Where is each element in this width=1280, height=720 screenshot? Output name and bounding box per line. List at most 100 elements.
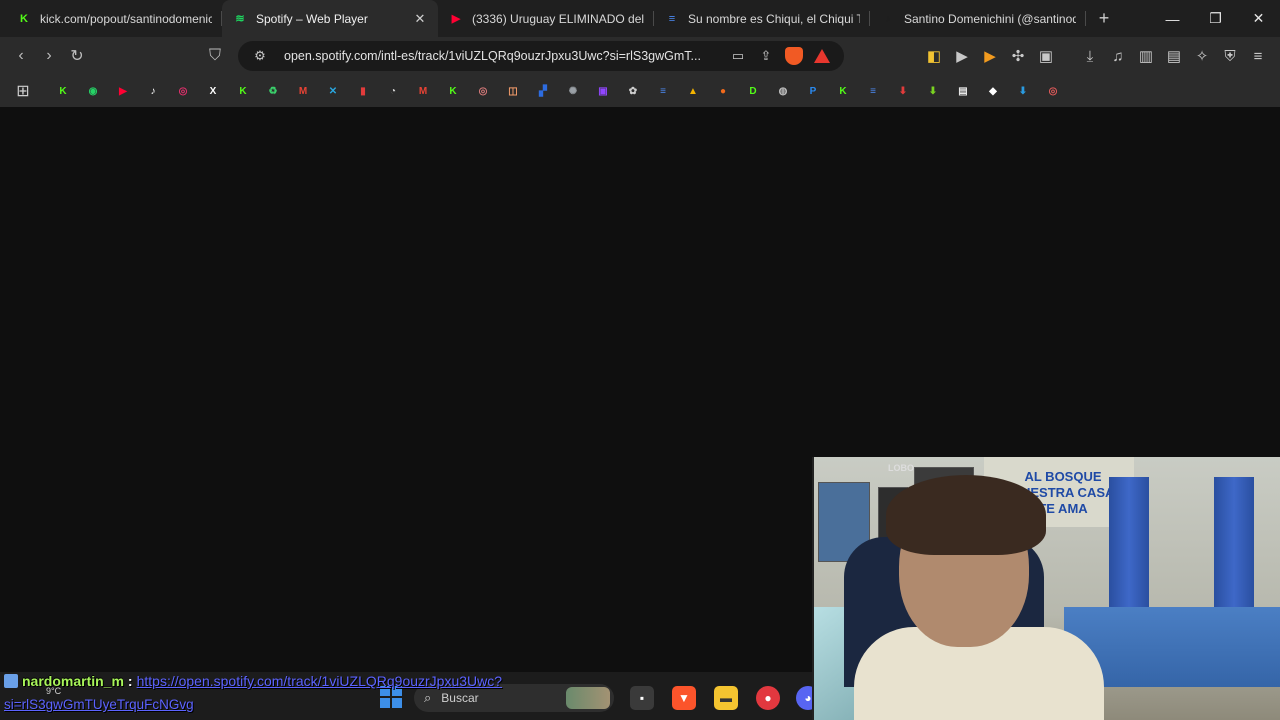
bookmark-item[interactable]: ✕ bbox=[318, 77, 348, 105]
wallet-icon[interactable]: ▤ bbox=[1160, 42, 1188, 70]
tiktok-icon: ♪ bbox=[150, 85, 156, 97]
brave-shields-icon[interactable] bbox=[780, 42, 808, 70]
app-icon: ✕ bbox=[328, 85, 338, 97]
bookmark-item[interactable]: ✺ bbox=[558, 77, 588, 105]
kick-icon: K bbox=[20, 12, 28, 25]
poster-label: LOBO bbox=[888, 463, 914, 473]
bookmark-item[interactable]: X bbox=[198, 77, 228, 105]
ball-icon: ● bbox=[719, 85, 727, 97]
bookmark-item[interactable]: ♪ bbox=[138, 77, 168, 105]
url-text[interactable]: open.spotify.com/intl-es/track/1viUZLQRq… bbox=[284, 49, 724, 63]
apps-grid-icon[interactable]: ⊞ bbox=[8, 77, 38, 105]
bookmark-item[interactable]: ▲ bbox=[678, 77, 708, 105]
bookmark-item[interactable]: ⬇ bbox=[888, 77, 918, 105]
file-explorer-icon[interactable]: ▬ bbox=[714, 686, 738, 710]
bookmark-item[interactable]: ♻ bbox=[258, 77, 288, 105]
docs-icon: ≡ bbox=[668, 12, 676, 25]
bookmark-item[interactable]: P bbox=[798, 77, 828, 105]
extension-orange-icon[interactable]: ▶ bbox=[976, 42, 1004, 70]
chat-separator: : bbox=[127, 673, 133, 689]
cast-icon[interactable]: ▭ bbox=[724, 42, 752, 70]
restore-icon[interactable]: ❐ bbox=[1194, 0, 1237, 37]
bookmark-item[interactable]: ◎ bbox=[1038, 77, 1068, 105]
bookmark-item[interactable]: ⬇ bbox=[918, 77, 948, 105]
bookmark-item[interactable]: ≡ bbox=[858, 77, 888, 105]
bookmark-item[interactable]: ● bbox=[708, 77, 738, 105]
task-view-icon[interactable]: ▪ bbox=[630, 686, 654, 710]
whatsapp-icon: ◉ bbox=[88, 85, 98, 97]
menu-icon[interactable]: ≡ bbox=[1244, 42, 1272, 70]
new-tab-button[interactable]: + bbox=[1086, 0, 1122, 37]
extensions-icon[interactable]: ✣ bbox=[1004, 42, 1032, 70]
bookmark-item[interactable]: K bbox=[828, 77, 858, 105]
curtain bbox=[1214, 477, 1254, 627]
bookmark-item[interactable]: ◔ bbox=[378, 77, 408, 105]
chat-link-part1[interactable]: https://open.spotify.com/track/1viUZLQRq… bbox=[137, 673, 502, 689]
close-tab-icon[interactable]: ✕ bbox=[412, 11, 428, 27]
person-hair bbox=[886, 475, 1046, 555]
forward-icon[interactable]: › bbox=[35, 42, 63, 70]
share-icon[interactable]: ⇪ bbox=[752, 42, 780, 70]
app-taskbar-icon[interactable]: ● bbox=[756, 686, 780, 710]
d-icon: D bbox=[749, 85, 757, 97]
chat-link-part2[interactable]: si=rlS3gwGmTUyeTrquFcNGvg bbox=[4, 697, 194, 712]
spotify-icon: ≋ bbox=[235, 13, 245, 25]
bookmark-item[interactable]: ▞ bbox=[528, 77, 558, 105]
tab-strip: Kkick.com/popout/santinodomenic ≋ Spotify … bbox=[0, 0, 1280, 37]
bookmark-icon[interactable]: ⛉ bbox=[201, 42, 229, 70]
sidebar-icon[interactable]: ▥ bbox=[1132, 42, 1160, 70]
target-icon: ◎ bbox=[478, 85, 488, 97]
gmail-icon: M bbox=[418, 85, 428, 97]
download-icon[interactable]: ⤓ bbox=[1076, 42, 1104, 70]
search-icon: ⌕ bbox=[424, 690, 432, 705]
bookmark-item[interactable]: ▮ bbox=[348, 77, 378, 105]
leo-ai-icon[interactable]: ✧ bbox=[1188, 42, 1216, 70]
windows-start-icon[interactable] bbox=[380, 686, 402, 708]
bookmark-item[interactable]: M bbox=[288, 77, 318, 105]
bookmark-item[interactable]: ◆ bbox=[978, 77, 1008, 105]
bookmark-item[interactable]: K bbox=[438, 77, 468, 105]
brave-taskbar-icon[interactable]: ▼ bbox=[672, 686, 696, 710]
extension-yellow-icon[interactable]: ◧ bbox=[920, 42, 948, 70]
webcam-overlay: LOBO AL BOSQUE NUESTRA CASA TE AMA bbox=[812, 457, 1280, 720]
site-settings-icon[interactable]: ⚙ bbox=[246, 42, 274, 70]
bookmark-item[interactable]: K bbox=[228, 77, 258, 105]
extension-play-icon[interactable]: ▶ bbox=[948, 42, 976, 70]
bookmark-item[interactable]: D bbox=[738, 77, 768, 105]
vpn-icon[interactable]: ⛨ bbox=[1216, 42, 1244, 70]
tab-2[interactable]: ▶ (3336) Uruguay ELIMINADO del M bbox=[438, 0, 654, 37]
curtain bbox=[1109, 477, 1149, 627]
tab-0[interactable]: Kkick.com/popout/santinodomenic bbox=[6, 0, 222, 37]
tab-4[interactable]: ♪ Santino Domenichini (@santinodo bbox=[870, 0, 1086, 37]
address-bar[interactable]: ⚙ open.spotify.com/intl-es/track/1viUZLQ… bbox=[238, 41, 844, 71]
close-window-icon[interactable]: ✕ bbox=[1237, 0, 1280, 37]
tab-3[interactable]: ≡ Su nombre es Chiqui, el Chiqui Ta bbox=[654, 0, 870, 37]
media-icon[interactable]: ♫ bbox=[1104, 42, 1132, 70]
globe-icon: ◍ bbox=[778, 85, 788, 97]
bookmark-item[interactable]: ◍ bbox=[768, 77, 798, 105]
reload-icon[interactable]: ↻ bbox=[63, 42, 91, 70]
bookmark-item[interactable]: ▶ bbox=[108, 77, 138, 105]
bookmark-item[interactable]: ▤ bbox=[948, 77, 978, 105]
tab-search-icon[interactable]: ▣ bbox=[1032, 42, 1060, 70]
bookmark-item[interactable]: M bbox=[408, 77, 438, 105]
bookmark-item[interactable]: ◫ bbox=[498, 77, 528, 105]
chat-badge-icon bbox=[4, 674, 18, 688]
bookmark-item[interactable]: ✿ bbox=[618, 77, 648, 105]
bookmark-item[interactable]: ◉ bbox=[78, 77, 108, 105]
tab-separator bbox=[1085, 11, 1086, 26]
back-icon[interactable]: ‹ bbox=[7, 42, 35, 70]
bookmark-item[interactable]: ≡ bbox=[648, 77, 678, 105]
minimize-icon[interactable]: — bbox=[1151, 0, 1194, 37]
bookmarks-bar: ⊞ K ◉ ▶ ♪ ◎ X K ♻ M ✕ ▮ ◔ M K ◎ ◫ ▞ ✺ ▣ ✿ ≡ ▲ ● D ◍ P K ≡ ⬇ ⬇ ▤ ◆ ⬇ ◎ bbox=[0, 75, 1280, 107]
bookmark-item[interactable]: ◎ bbox=[468, 77, 498, 105]
docs-icon: ≡ bbox=[660, 85, 666, 97]
download-red-icon: ⬇ bbox=[898, 85, 908, 97]
brave-rewards-icon[interactable] bbox=[808, 42, 836, 70]
bookmark-item[interactable]: ◎ bbox=[168, 77, 198, 105]
orange-app-icon: ◫ bbox=[508, 85, 518, 97]
bookmark-item[interactable]: ▣ bbox=[588, 77, 618, 105]
bookmark-item[interactable]: K bbox=[48, 77, 78, 105]
tab-1[interactable]: ≋ Spotify – Web Player ✕ bbox=[222, 0, 438, 37]
bookmark-item[interactable]: ⬇ bbox=[1008, 77, 1038, 105]
